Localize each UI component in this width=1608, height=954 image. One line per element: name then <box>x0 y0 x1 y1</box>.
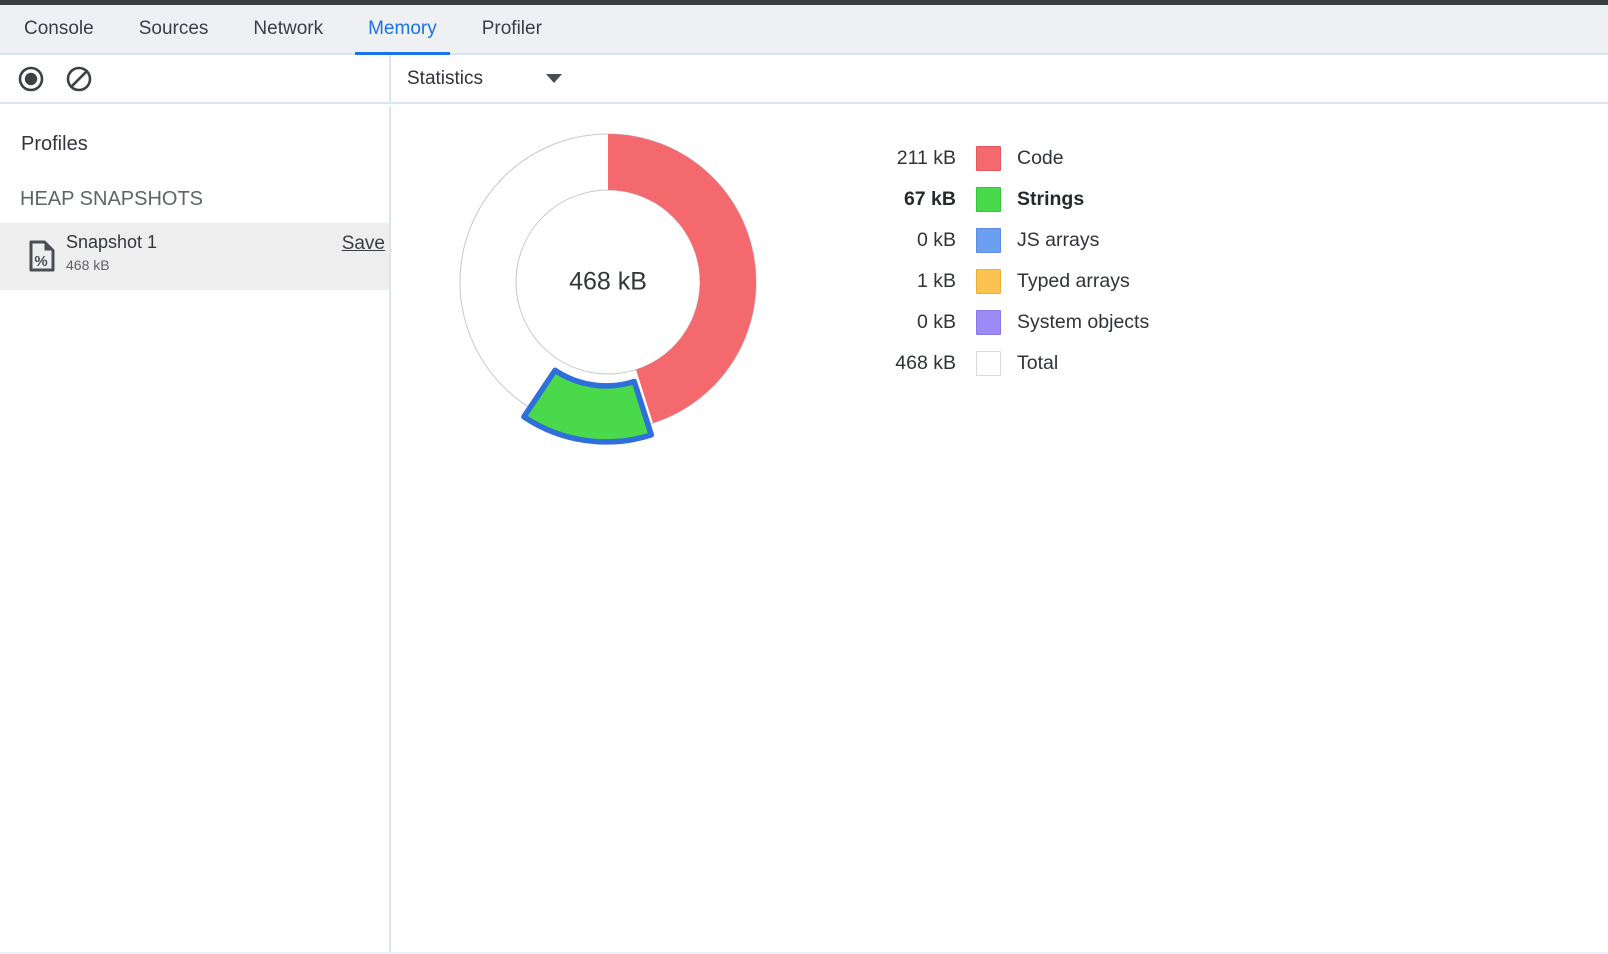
legend-swatch-typed-arrays <box>976 269 1001 294</box>
tab-memory[interactable]: Memory <box>355 5 450 53</box>
legend-swatch-js-arrays <box>976 228 1001 253</box>
legend-swatch-strings <box>976 187 1001 212</box>
legend-label: Total <box>1017 352 1058 375</box>
legend-row-strings[interactable]: 67 kB Strings <box>858 179 1149 220</box>
legend-label: JS arrays <box>1017 229 1099 252</box>
memory-toolbar: Statistics <box>0 55 1608 104</box>
legend-row-system-objects[interactable]: 0 kB System objects <box>858 302 1149 343</box>
heap-snapshots-section-heading: HEAP SNAPSHOTS <box>20 188 203 211</box>
chevron-down-icon <box>546 74 562 83</box>
panel-content: Profiles HEAP SNAPSHOTS % Snapshot 1 468… <box>0 106 1608 952</box>
snapshot-size: 468 kB <box>66 257 110 273</box>
profile-actions <box>0 55 391 102</box>
legend-label: Code <box>1017 147 1064 170</box>
tab-console[interactable]: Console <box>11 5 107 53</box>
tab-sources[interactable]: Sources <box>126 5 222 53</box>
save-link[interactable]: Save <box>342 233 385 255</box>
perspective-select-value: Statistics <box>407 68 483 90</box>
profiles-sidebar: Profiles HEAP SNAPSHOTS % Snapshot 1 468… <box>0 106 391 952</box>
tab-network[interactable]: Network <box>240 5 336 53</box>
perspective-select[interactable]: Statistics <box>407 68 562 90</box>
snapshot-list-item[interactable]: % Snapshot 1 468 kB Save <box>0 223 389 290</box>
legend-row-code[interactable]: 211 kB Code <box>858 138 1149 179</box>
legend-value: 468 kB <box>858 352 956 375</box>
legend-label: System objects <box>1017 311 1149 334</box>
legend-label: Strings <box>1017 188 1084 211</box>
devtools-tabbar: Console Sources Network Memory Profiler <box>0 5 1608 55</box>
snapshot-title: Snapshot 1 <box>66 232 157 253</box>
chart-legend: 211 kB Code 67 kB Strings 0 kB JS arrays… <box>858 138 1149 384</box>
legend-value: 0 kB <box>858 229 956 252</box>
legend-label: Typed arrays <box>1017 270 1130 293</box>
heap-snapshot-file-icon: % <box>28 239 56 273</box>
legend-swatch-system-objects <box>976 310 1001 335</box>
svg-text:%: % <box>34 253 47 270</box>
legend-row-typed-arrays[interactable]: 1 kB Typed arrays <box>858 261 1149 302</box>
legend-value: 1 kB <box>858 270 956 293</box>
statistics-view: 468 kB 211 kB Code 67 kB Strings 0 kB JS… <box>391 106 1608 952</box>
legend-value: 211 kB <box>858 147 956 170</box>
donut-chart[interactable] <box>418 92 798 472</box>
record-icon[interactable] <box>17 65 45 93</box>
legend-swatch-code <box>976 146 1001 171</box>
legend-value: 67 kB <box>858 188 956 211</box>
legend-swatch-total <box>976 351 1001 376</box>
legend-value: 0 kB <box>858 311 956 334</box>
legend-row-total[interactable]: 468 kB Total <box>858 343 1149 384</box>
tab-profiler[interactable]: Profiler <box>469 5 555 53</box>
legend-row-js-arrays[interactable]: 0 kB JS arrays <box>858 220 1149 261</box>
clear-icon[interactable] <box>65 65 93 93</box>
sidebar-heading: Profiles <box>21 133 88 156</box>
